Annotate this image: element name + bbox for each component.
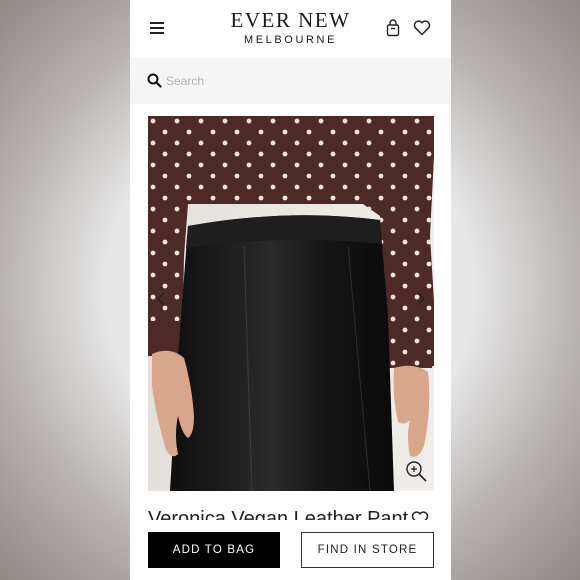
- product-image[interactable]: [148, 116, 434, 491]
- product-photo: [148, 116, 434, 491]
- search-bar: [130, 58, 451, 104]
- chevron-left-icon[interactable]: [154, 291, 168, 307]
- brand-name: EVER NEW: [230, 8, 351, 32]
- heart-icon[interactable]: [413, 19, 431, 36]
- zoom-in-icon[interactable]: [404, 459, 428, 483]
- search-icon[interactable]: [147, 73, 162, 88]
- site-header: EVER NEW MELBOURNE: [130, 0, 451, 58]
- action-bar: ADD TO BAG FIND IN STORE: [130, 520, 451, 580]
- add-to-bag-button[interactable]: ADD TO BAG: [148, 532, 280, 568]
- search-input[interactable]: [166, 71, 426, 91]
- product-page: EVER NEW MELBOURNE Search Veronica Vegan…: [130, 0, 451, 580]
- find-in-store-button[interactable]: FIND IN STORE: [301, 532, 434, 568]
- shopping-bag-icon[interactable]: [385, 19, 401, 37]
- brand-location: MELBOURNE: [243, 34, 338, 46]
- brand-logo[interactable]: EVER NEW MELBOURNE: [130, 9, 451, 47]
- chevron-right-icon[interactable]: [414, 291, 428, 307]
